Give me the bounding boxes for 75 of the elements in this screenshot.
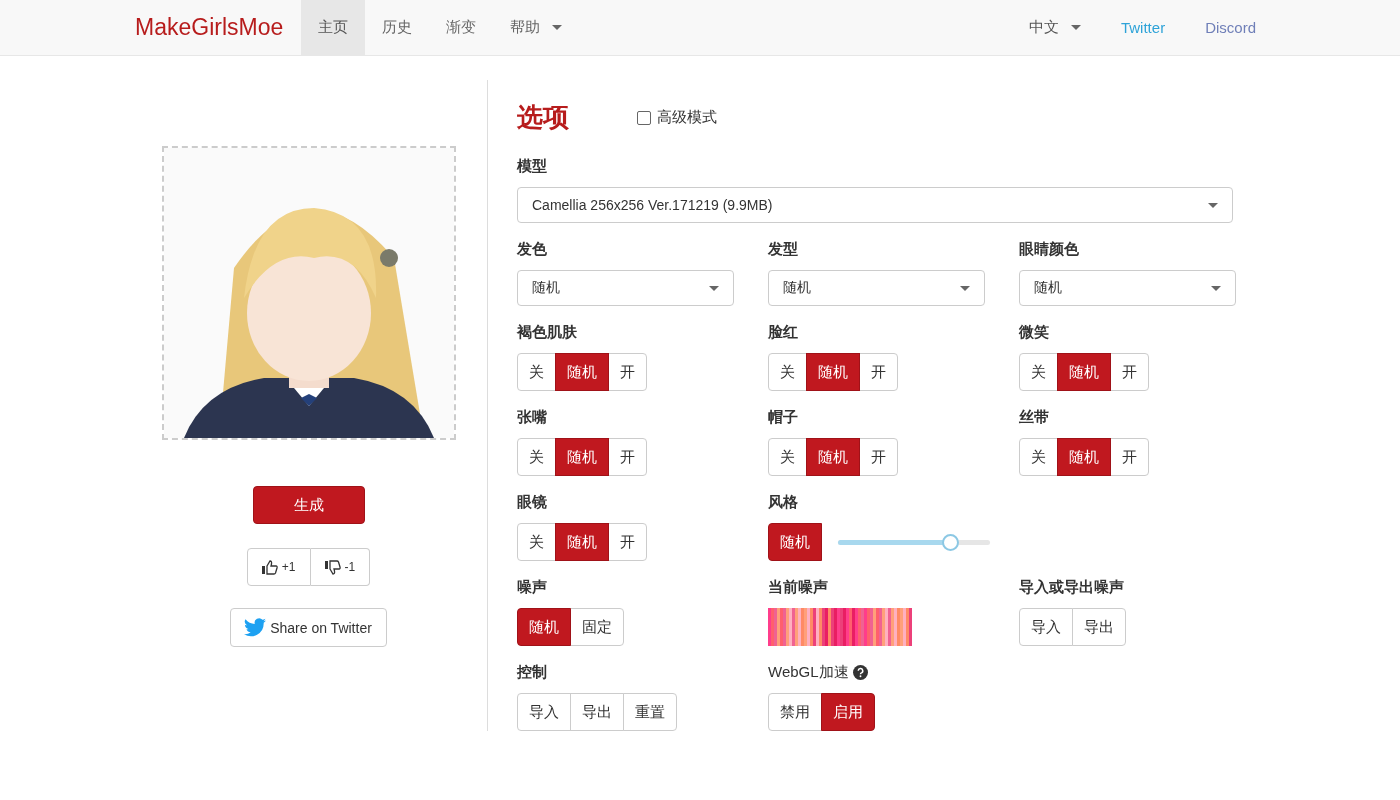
caret-icon bbox=[709, 285, 719, 291]
field-label: 丝带 bbox=[1019, 407, 1049, 427]
field-label: 帽子 bbox=[768, 407, 798, 427]
option-button[interactable]: 关 bbox=[1019, 353, 1058, 391]
downvote-button[interactable]: -1 bbox=[310, 548, 371, 586]
advanced-checkbox[interactable]: 高级模式 bbox=[637, 108, 717, 127]
thumbs-down-icon bbox=[324, 559, 341, 575]
option-button[interactable]: 开 bbox=[608, 523, 647, 561]
dropdown-select[interactable]: 随机 bbox=[768, 270, 985, 306]
caret-icon bbox=[960, 285, 970, 291]
option-button[interactable]: 开 bbox=[608, 353, 647, 391]
option-button[interactable]: 开 bbox=[608, 438, 647, 476]
field-label: 当前噪声 bbox=[768, 577, 828, 597]
upvote-button[interactable]: +1 bbox=[246, 548, 311, 586]
field-label: 噪声 bbox=[517, 577, 547, 597]
section-title: 选项 bbox=[517, 101, 569, 134]
option-button[interactable]: 随机 bbox=[1057, 353, 1111, 391]
option-button[interactable]: 关 bbox=[517, 523, 556, 561]
option-button[interactable]: 导出 bbox=[1072, 608, 1126, 646]
option-button[interactable]: 禁用 bbox=[768, 693, 822, 731]
field-label: 风格 bbox=[768, 492, 798, 512]
option-button[interactable]: 导出 bbox=[570, 693, 624, 731]
option-button[interactable]: 随机 bbox=[806, 438, 860, 476]
option-button[interactable]: 关 bbox=[768, 438, 807, 476]
dropdown-select[interactable]: 随机 bbox=[1019, 270, 1236, 306]
dropdown-select[interactable]: 随机 bbox=[517, 270, 734, 306]
option-button[interactable]: 关 bbox=[517, 438, 556, 476]
option-button[interactable]: 随机 bbox=[555, 523, 609, 561]
option-button[interactable]: 随机 bbox=[1057, 438, 1111, 476]
help-icon[interactable] bbox=[852, 664, 868, 680]
field-label: 眼睛颜色 bbox=[1019, 239, 1079, 259]
slider-thumb[interactable] bbox=[942, 533, 960, 551]
option-button[interactable]: 开 bbox=[859, 353, 898, 391]
field-label: 褐色肌肤 bbox=[517, 322, 577, 342]
nav-tab[interactable]: 帮助 bbox=[493, 0, 580, 55]
option-button[interactable]: 随机 bbox=[768, 523, 822, 561]
field-label: 控制 bbox=[517, 662, 547, 682]
thumbs-up-icon bbox=[261, 559, 278, 575]
option-button[interactable]: 关 bbox=[768, 353, 807, 391]
field-label: 张嘴 bbox=[517, 407, 547, 427]
field-label: 发型 bbox=[768, 239, 798, 259]
option-button[interactable]: 固定 bbox=[570, 608, 624, 646]
option-button[interactable]: 导入 bbox=[517, 693, 571, 731]
option-button[interactable]: 开 bbox=[1110, 353, 1149, 391]
option-button[interactable]: 开 bbox=[1110, 438, 1149, 476]
field-label: 导入或导出噪声 bbox=[1019, 577, 1124, 597]
field-label: 发色 bbox=[517, 239, 547, 259]
brand-logo[interactable]: MakeGirlsMoe bbox=[130, 0, 302, 55]
language-menu[interactable]: 中文 bbox=[1014, 0, 1095, 55]
bird-icon bbox=[243, 617, 268, 638]
option-button[interactable]: 关 bbox=[517, 353, 556, 391]
option-button[interactable]: 关 bbox=[1019, 438, 1058, 476]
option-button[interactable]: 随机 bbox=[555, 353, 609, 391]
caret-icon bbox=[1208, 202, 1218, 208]
option-button[interactable]: 随机 bbox=[517, 608, 571, 646]
model-select[interactable]: Camellia 256x256 Ver.171219 (9.9MB) bbox=[517, 187, 1233, 223]
nav-tab[interactable]: 渐变 bbox=[429, 0, 494, 55]
option-button[interactable]: 重置 bbox=[623, 693, 677, 731]
nav-link[interactable]: Discord bbox=[1191, 0, 1270, 55]
nav-tab[interactable]: 主页 bbox=[301, 0, 366, 55]
option-button[interactable]: 随机 bbox=[806, 353, 860, 391]
caret-icon bbox=[1070, 25, 1081, 30]
option-button[interactable]: 导入 bbox=[1019, 608, 1073, 646]
field-label: 眼镜 bbox=[517, 492, 547, 512]
field-label: WebGL加速 bbox=[768, 662, 849, 682]
option-button[interactable]: 开 bbox=[859, 438, 898, 476]
share-button[interactable]: Share on Twitter bbox=[230, 608, 387, 647]
caret-icon bbox=[1211, 285, 1221, 291]
option-button[interactable]: 启用 bbox=[821, 693, 875, 731]
field-label: 微笑 bbox=[1019, 322, 1049, 342]
nav-tab[interactable]: 历史 bbox=[365, 0, 430, 55]
option-button[interactable]: 随机 bbox=[555, 438, 609, 476]
field-label: 脸红 bbox=[768, 322, 798, 342]
field-label: 模型 bbox=[517, 156, 547, 176]
generate-button[interactable]: 生成 bbox=[252, 486, 365, 524]
